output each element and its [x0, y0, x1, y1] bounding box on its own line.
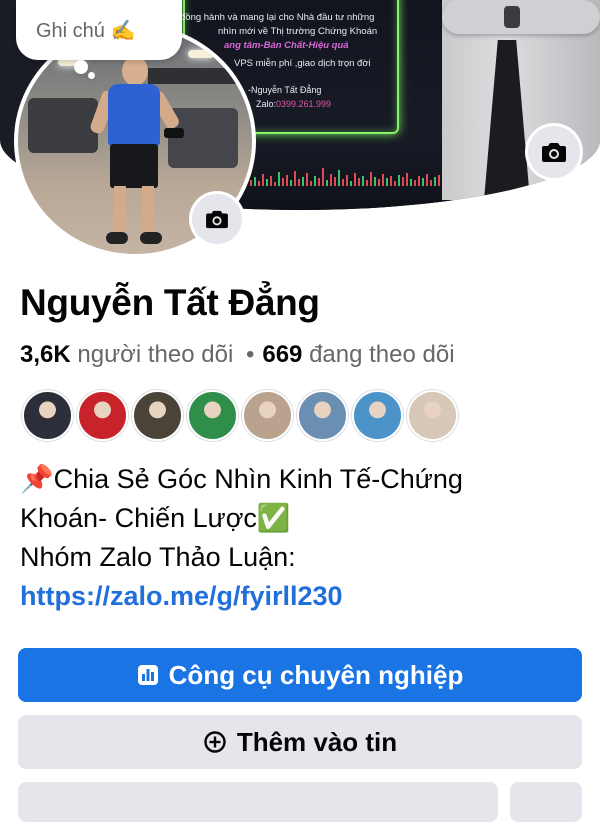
bio-zalo-link[interactable]: https://zalo.me/g/fyirll230 [20, 577, 585, 616]
plus-circle-icon [203, 730, 227, 754]
cover-text-line: VPS miễn phí ,giao dịch trọn đời [234, 58, 371, 69]
professional-tools-label: Công cụ chuyên nghiệp [168, 659, 464, 690]
friend-avatar[interactable] [352, 390, 403, 441]
friend-avatar[interactable] [132, 390, 183, 441]
add-to-story-button[interactable]: Thêm vào tin [18, 715, 582, 769]
cover-person [442, 0, 600, 200]
cover-text-line: nhìn mới về Thị trường Chứng Khoán [218, 26, 378, 37]
friend-avatar[interactable] [77, 390, 128, 441]
camera-icon [205, 209, 229, 229]
bio-line: Khoán- Chiến Lược✅ [20, 503, 291, 533]
followers-link[interactable]: 3,6K người theo dõi [20, 341, 233, 368]
following-link[interactable]: 669 đang theo dõi [262, 341, 454, 368]
bio-line: Nhóm Zalo Thảo Luận: [20, 542, 296, 572]
camera-icon [541, 141, 567, 163]
edit-avatar-button[interactable] [192, 194, 242, 244]
chart-bar-icon [137, 664, 159, 686]
friend-avatar[interactable] [22, 390, 73, 441]
stats-separator: • [245, 341, 255, 368]
followers-count: 3,6K [20, 341, 71, 368]
note-bubble-tail [74, 60, 88, 74]
friends-avatar-row [22, 390, 458, 442]
note-bubble[interactable]: Ghi chú ✍️ [16, 0, 182, 60]
cover-text-line: Zalo: [256, 99, 277, 109]
friend-avatar[interactable] [297, 390, 348, 441]
following-label: đang theo dõi [309, 341, 455, 368]
cover-text-line: -Nguyễn Tất Đẳng [248, 85, 322, 95]
add-to-story-label: Thêm vào tin [236, 726, 398, 757]
cover-candles [250, 160, 465, 186]
note-bubble-tail [88, 72, 95, 79]
cover-text-line: ang tâm-Bản Chất-Hiệu quả [224, 40, 349, 51]
note-text: Ghi chú ✍️ [36, 19, 136, 42]
professional-tools-button[interactable]: Công cụ chuyên nghiệp [18, 648, 582, 702]
more-options-button[interactable] [510, 782, 582, 822]
profile-bio: 📌Chia Sẻ Góc Nhìn Kinh Tế-Chứng Khoán- C… [20, 460, 585, 616]
cover-text-line: đồng hành và mang lại cho Nhà đầu tư nhữ… [180, 12, 375, 23]
cover-text-line: 0399.261.999 [276, 99, 332, 109]
friend-avatar[interactable] [407, 390, 458, 441]
bio-line: 📌Chia Sẻ Góc Nhìn Kinh Tế-Chứng [20, 464, 463, 494]
following-count: 669 [262, 341, 303, 368]
friend-avatar[interactable] [187, 390, 238, 441]
profile-name: Nguyễn Tất Đẳng [20, 282, 320, 323]
followers-label: người theo dõi [77, 341, 234, 368]
profile-stats: 3,6K người theo dõi • 669 đang theo dõi [20, 341, 455, 369]
edit-profile-button[interactable] [18, 782, 498, 822]
friend-avatar[interactable] [242, 390, 293, 441]
edit-cover-photo-button[interactable] [528, 126, 580, 178]
